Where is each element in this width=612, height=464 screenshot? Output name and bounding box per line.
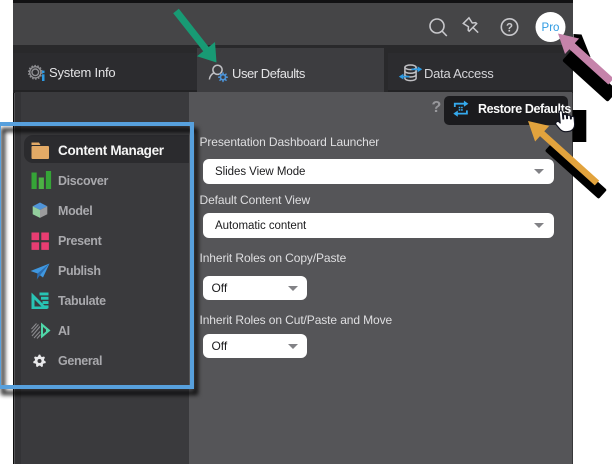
svg-text:?: ?	[506, 23, 513, 35]
svg-text:Pro: Pro	[542, 22, 560, 34]
